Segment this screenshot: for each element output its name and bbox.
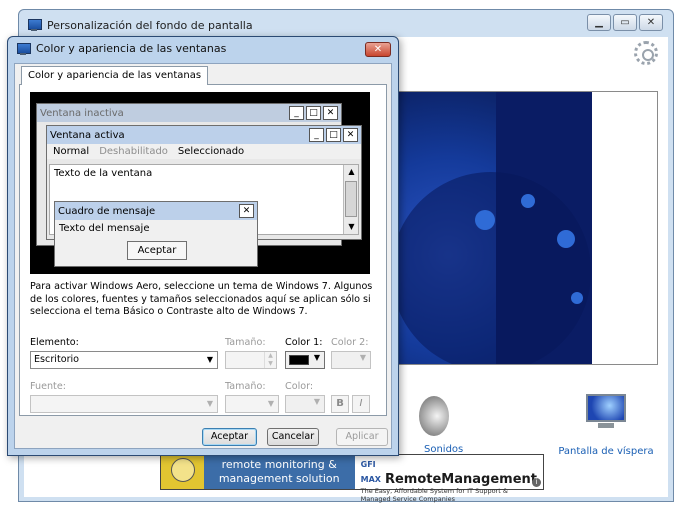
aero-hint-text: Para activar Windows Aero, seleccione un…	[30, 281, 373, 317]
font-size-label: Tamaño:	[225, 381, 266, 392]
close-icon: ✕	[239, 204, 254, 218]
gear-icon[interactable]	[634, 41, 658, 65]
font-select[interactable]: ▼	[30, 395, 218, 413]
close-icon: ✕	[343, 128, 358, 142]
color1-swatch	[289, 355, 309, 365]
chevron-down-icon: ▼	[206, 355, 213, 364]
chevron-down-icon: ▼	[313, 353, 320, 362]
dialog-body: Color y apariencia de las ventanas Venta…	[14, 63, 392, 449]
menu-selected[interactable]: Seleccionado	[178, 146, 244, 157]
scroll-down-icon: ▼	[348, 222, 355, 231]
chevron-down-icon: ▼	[206, 399, 213, 408]
desktop-preview[interactable]	[370, 91, 658, 365]
ok-button[interactable]: Aceptar	[202, 428, 257, 446]
dialog-close-button[interactable]: ✕	[365, 42, 391, 57]
menu-normal[interactable]: Normal	[53, 146, 89, 157]
close-button[interactable]: ✕	[639, 14, 663, 31]
element-select[interactable]: Escritorio ▼	[30, 351, 218, 369]
chevron-down-icon: ▼	[313, 397, 320, 406]
speaker-icon	[419, 392, 453, 440]
banner-text: remote monitoring & management solution	[203, 455, 355, 489]
bold-button[interactable]: B	[331, 395, 349, 413]
tab-panel: Ventana inactiva _ □ ✕ Ventana activa _ …	[19, 84, 387, 416]
dialog-titlebar: Color y apariencia de las ventanas	[16, 42, 226, 55]
banner-brand-area: GFI MAX RemoteManagement The Easy, Afford…	[354, 455, 543, 503]
font-size-select[interactable]: ▼	[225, 395, 279, 413]
color2-picker[interactable]: ▼	[331, 351, 371, 369]
color1-picker[interactable]: ▼	[285, 351, 325, 369]
sounds-item[interactable]: Sonidos	[406, 392, 466, 455]
appearance-preview[interactable]: Ventana inactiva _ □ ✕ Ventana activa _ …	[30, 92, 370, 274]
italic-button[interactable]: I	[352, 395, 370, 413]
background-window-controls: ▁ ▭ ✕	[587, 14, 663, 31]
window-color-dialog: Color y apariencia de las ventanas ✕ Col…	[7, 36, 399, 456]
window-icon	[27, 19, 42, 31]
font-label: Fuente:	[30, 381, 66, 392]
spin-up-icon: ▲	[264, 352, 276, 360]
close-icon: ✕	[323, 106, 338, 120]
screensaver-link[interactable]: Pantalla de víspera	[546, 446, 666, 457]
info-icon[interactable]: i	[532, 478, 541, 487]
font-color-picker[interactable]: ▼	[285, 395, 325, 413]
preview-scrollbar[interactable]: ▲ ▼	[343, 165, 358, 234]
apply-button[interactable]: Aplicar	[336, 428, 388, 446]
dialog-title: Color y apariencia de las ventanas	[36, 42, 227, 55]
screensaver-item[interactable]: Pantalla de víspera	[546, 392, 666, 457]
background-window-titlebar: Personalización del fondo de pantalla	[27, 16, 253, 34]
minimize-icon: _	[309, 128, 324, 142]
font-color-label: Color:	[285, 381, 314, 392]
wallpaper-image	[371, 92, 592, 364]
minimize-icon: _	[289, 106, 304, 120]
size-stepper[interactable]: ▲ ▼	[225, 351, 277, 369]
maximize-button[interactable]: ▭	[613, 14, 637, 31]
chevron-down-icon: ▼	[267, 399, 274, 408]
window-icon	[16, 42, 31, 55]
message-ok-button[interactable]: Aceptar	[127, 241, 187, 260]
element-label: Elemento:	[30, 337, 79, 348]
size-label: Tamaño:	[225, 337, 266, 348]
chevron-down-icon: ▼	[359, 353, 366, 362]
color2-label: Color 2:	[331, 337, 369, 348]
message-box-preview[interactable]: Cuadro de mensaje ✕ Texto del mensaje Ac…	[54, 201, 258, 267]
minimize-button[interactable]: ▁	[587, 14, 611, 31]
spin-down-icon: ▼	[264, 360, 276, 368]
scroll-thumb	[345, 181, 357, 217]
tab-color-appearance[interactable]: Color y apariencia de las ventanas	[21, 66, 209, 85]
color1-label: Color 1:	[285, 337, 323, 348]
maximize-icon: □	[306, 106, 321, 120]
menu-disabled[interactable]: Deshabilitado	[99, 146, 168, 157]
banner-mascot	[161, 455, 204, 489]
cancel-button[interactable]: Cancelar	[267, 428, 319, 446]
monitor-icon	[584, 392, 628, 430]
ad-banner[interactable]: remote monitoring & management solution …	[160, 454, 544, 503]
preview-menu-bar: Normal Deshabilitado Seleccionado	[47, 144, 361, 159]
scroll-up-icon: ▲	[348, 167, 355, 176]
maximize-icon: □	[326, 128, 341, 142]
background-window-title: Personalización del fondo de pantalla	[47, 18, 253, 32]
